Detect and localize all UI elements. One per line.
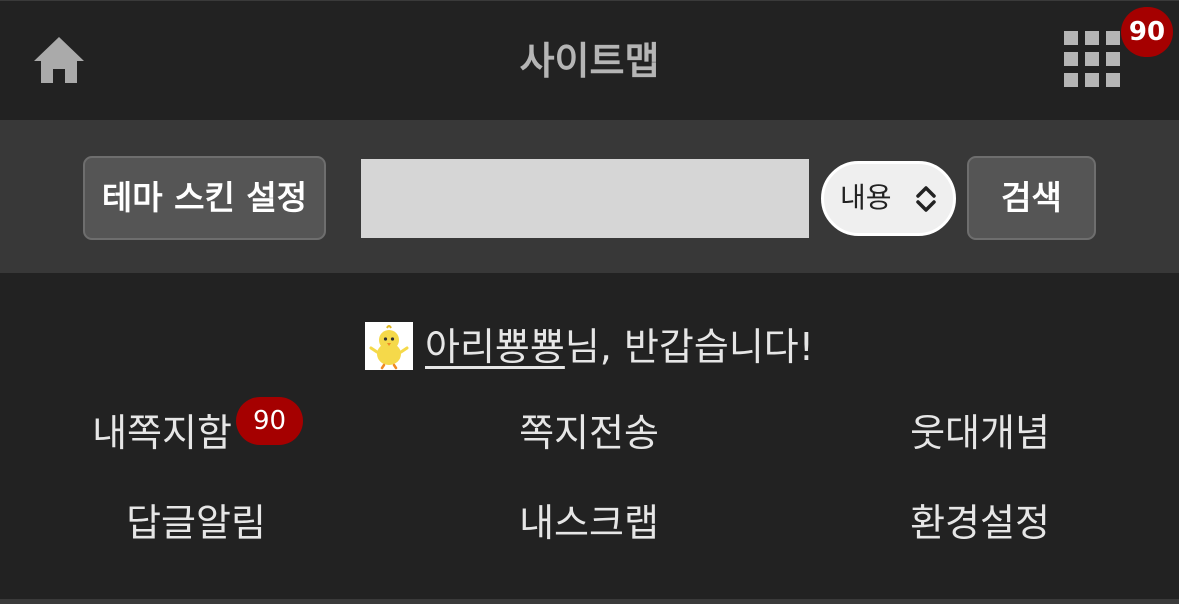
up-down-chevron-icon <box>916 186 936 212</box>
theme-skin-button[interactable]: 테마 스킨 설정 <box>83 156 326 240</box>
menu-item-settings[interactable]: 환경설정 <box>830 496 1130 550</box>
menu-item-humor-concept[interactable]: 웃대개념 <box>830 406 1130 460</box>
page-title: 사이트맵 <box>519 39 660 83</box>
search-button[interactable]: 검색 <box>967 156 1096 240</box>
chick-avatar-icon <box>369 324 409 369</box>
header: 사이트맵 90 <box>0 0 1179 120</box>
welcome-suffix: 님, 반갑습니다! <box>564 325 814 369</box>
bottom-divider <box>0 599 1179 604</box>
menu-item-my-scraps[interactable]: 내스크랩 <box>439 496 739 550</box>
welcome-message: 아리뿅뿅님, 반갑습니다! <box>0 320 1179 374</box>
inbox-count-badge: 90 <box>236 397 303 445</box>
search-input[interactable] <box>361 159 809 238</box>
menu-item-reply-alerts[interactable]: 답글알림 <box>46 496 346 550</box>
sitemap-page: 사이트맵 90 테마 스킨 설정 내용 검색 아리뿅뿅님, 반갑습니다! 내쪽지… <box>0 0 1179 604</box>
avatar <box>365 321 413 370</box>
menu-item-send-message[interactable]: 쪽지전송 <box>439 406 739 460</box>
grid-menu-button[interactable] <box>1058 25 1130 97</box>
search-scope-value: 내용 <box>840 181 892 214</box>
search-scope-select[interactable]: 내용 <box>821 161 956 236</box>
grid-menu-icon <box>1064 31 1120 87</box>
notification-badge: 90 <box>1121 7 1173 57</box>
nickname-link[interactable]: 아리뿅뿅 <box>425 325 565 369</box>
search-bar: 테마 스킨 설정 내용 검색 <box>0 120 1179 273</box>
